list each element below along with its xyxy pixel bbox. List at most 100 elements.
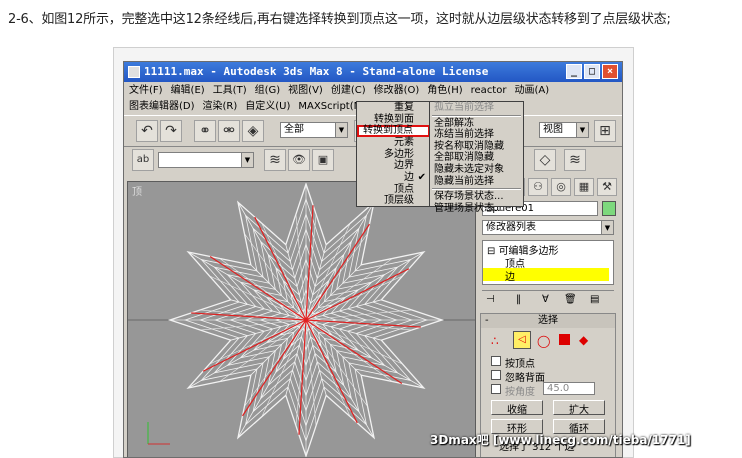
pin-stack-icon[interactable]: ⊣ — [486, 294, 495, 305]
chevron-down-icon: ▼ — [335, 123, 347, 137]
top-viewport[interactable]: 顶 — [127, 181, 476, 458]
app-icon — [128, 66, 140, 78]
chevron-down-icon: ▼ — [576, 123, 588, 137]
motion-tab-icon[interactable]: ◎ — [551, 178, 571, 196]
context-menu-item[interactable]: 全部取消隐藏 — [430, 152, 523, 164]
mesh-spoke — [305, 319, 362, 376]
command-panel: ✳ ◐ ⚇ ◎ ▦ ⚒ Sphere01 修改器列表 ▼ ⊟ 可编辑多边形 顶点… — [478, 176, 622, 457]
by-vertex-label: 按顶点 — [505, 359, 535, 370]
menu-item[interactable]: 修改器(O) — [374, 85, 420, 96]
menu-item[interactable]: 创建(C) — [331, 85, 366, 96]
ignore-backfacing-label: 忽略背面 — [505, 373, 545, 384]
by-vertex-checkbox[interactable] — [491, 356, 501, 366]
star-mesh[interactable] — [128, 182, 476, 458]
menu-item[interactable]: 工具(T) — [213, 85, 247, 96]
shrink-button[interactable]: 收缩 — [491, 400, 543, 416]
context-menu-item[interactable]: 重复 — [357, 102, 430, 114]
by-angle-label: 按角度 — [505, 387, 535, 398]
context-menu-item[interactable]: 顶层级 — [357, 195, 430, 207]
chevron-down-icon: ▼ — [601, 221, 613, 234]
menu-item[interactable]: 编辑(E) — [171, 85, 205, 96]
utilities-tab-icon[interactable]: ⚒ — [597, 178, 617, 196]
context-menu-item[interactable]: 保存场景状态... — [430, 191, 523, 203]
rollout-title[interactable]: - 选择 — [481, 314, 615, 328]
stack-item-edge[interactable]: 边 — [483, 268, 609, 283]
layer-properties-icon[interactable]: ▣ — [312, 149, 334, 171]
stack-tools: ⊣ ‖ ∀ 🗑 ▤ — [482, 290, 614, 308]
modifier-list-dropdown[interactable]: 修改器列表 ▼ — [482, 220, 614, 235]
menu-item[interactable]: 文件(F) — [129, 85, 163, 96]
menu-item[interactable]: 渲染(R) — [203, 101, 238, 112]
modifier-stack[interactable]: ⊟ 可编辑多边形 顶点 边 — [482, 240, 614, 285]
view-dropdown-value: 视图 — [543, 124, 563, 135]
context-menu-item[interactable]: 边界 — [357, 160, 430, 172]
menu-item[interactable]: reactor — [471, 85, 507, 96]
selection-filter-dropdown[interactable]: 全部 ▼ — [280, 122, 348, 138]
layers-icon[interactable]: ≋ — [264, 149, 286, 171]
menu-item[interactable]: 角色(H) — [427, 85, 462, 96]
abc-icon[interactable]: ab — [132, 149, 154, 171]
menu-item[interactable]: 自定义(U) — [245, 101, 290, 112]
close-button[interactable]: × — [602, 64, 618, 79]
menu-separator — [432, 114, 521, 117]
context-menu-item[interactable]: 转换到面 — [357, 114, 430, 126]
context-menu-item[interactable]: 按名称取消隐藏 — [430, 141, 523, 153]
context-menu-item[interactable]: 边 ✔ — [357, 172, 430, 184]
by-angle-checkbox[interactable] — [491, 384, 501, 394]
named-selection-dropdown[interactable]: ▼ — [158, 152, 254, 168]
undo-icon[interactable]: ↶ — [136, 120, 158, 142]
reference-coordinate-dropdown[interactable]: 视图 ▼ — [539, 122, 589, 138]
context-menu-item[interactable]: 冻结当前选择 — [430, 129, 523, 141]
context-menu-item[interactable]: 顶点 — [357, 184, 430, 196]
bind-warp-icon[interactable]: ◈ — [242, 120, 264, 142]
configure-sets-icon[interactable]: ▤ — [590, 294, 599, 305]
border-mode-icon[interactable]: ◯ — [537, 334, 550, 348]
window-title: 11111.max - Autodesk 3ds Max 8 - Stand-a… — [144, 65, 489, 78]
edge-mode-icon[interactable]: ◁ — [513, 331, 531, 349]
context-menu-item[interactable]: 转换到顶点 — [357, 125, 430, 138]
watermark: 3Dmax吧 [www.linecg.com/tieba/1771] — [430, 433, 691, 447]
link-icon[interactable]: ⚭ — [194, 120, 216, 142]
redo-icon[interactable]: ↷ — [160, 120, 182, 142]
layer-visibility-icon[interactable]: 👁 — [288, 149, 310, 171]
context-menu-item[interactable]: 隐藏当前选择 — [430, 176, 523, 188]
show-end-result-icon[interactable]: ‖ — [516, 294, 521, 305]
mesh-spoke — [305, 264, 362, 321]
make-unique-icon[interactable]: ∀ — [542, 294, 549, 305]
angle-spinner[interactable]: 45.0 — [543, 382, 595, 395]
pivot-center-icon[interactable]: ⊞ — [594, 120, 616, 142]
menu-item[interactable]: 视图(V) — [288, 85, 323, 96]
menu-item[interactable]: 组(G) — [255, 85, 281, 96]
menu-item[interactable]: 动画(A) — [514, 85, 549, 96]
curve-editor-icon[interactable]: ◇ — [534, 149, 556, 171]
polygon-mode-icon[interactable] — [559, 334, 570, 345]
menu-row-1: 文件(F) 编辑(E) 工具(T) 组(G) 视图(V) 创建(C) 修改器(O) 角色(H)… — [124, 83, 622, 99]
tutorial-caption: 2-6、如图12所示，完整选中这12条经线后,再右键选择转换到顶点这一项，这时就… — [8, 12, 671, 27]
maximize-button[interactable]: □ — [584, 64, 600, 79]
minimize-button[interactable]: _ — [566, 64, 582, 79]
context-menu-item[interactable]: 孤立当前选择 — [430, 102, 523, 114]
context-menu-item[interactable]: 元素 — [357, 137, 430, 149]
context-menu-item[interactable]: 全部解冻 — [430, 118, 523, 130]
display-tab-icon[interactable]: ▦ — [574, 178, 594, 196]
context-menu-item[interactable]: 多边形 — [357, 149, 430, 161]
grow-button[interactable]: 扩大 — [553, 400, 605, 416]
context-menu-item[interactable]: 管理场景状态... — [430, 203, 523, 215]
viewport-label: 顶 — [132, 187, 142, 198]
mesh-spoke — [250, 264, 307, 321]
context-menu-display: 孤立当前选择 全部解冻 冻结当前选择 按名称取消隐藏 全部取消隐藏 隐藏未选定对象 隐藏当前… — [429, 101, 524, 214]
vertex-mode-icon[interactable]: ∴ — [491, 334, 499, 348]
context-menu-item[interactable]: 隐藏未选定对象 — [430, 164, 523, 176]
remove-modifier-icon[interactable]: 🗑 — [564, 294, 577, 305]
modifier-list-value: 修改器列表 — [486, 222, 536, 233]
object-color-swatch[interactable] — [602, 201, 616, 216]
schematic-view-icon[interactable]: ≋ — [564, 149, 586, 171]
title-bar: 11111.max - Autodesk 3ds Max 8 - Stand-a… — [124, 62, 622, 82]
hierarchy-tab-icon[interactable]: ⚇ — [528, 178, 548, 196]
selection-filter-value: 全部 — [284, 124, 304, 135]
ignore-backfacing-checkbox[interactable] — [491, 370, 501, 380]
unlink-icon[interactable]: ⚮ — [218, 120, 240, 142]
element-mode-icon[interactable]: ◆ — [579, 333, 588, 347]
context-menu-tools: 重复 转换到面 转换到顶点 元素 多边形 边界边 ✔ 顶点 顶层级 — [356, 101, 431, 207]
menu-item[interactable]: 图表编辑器(D) — [129, 101, 195, 112]
